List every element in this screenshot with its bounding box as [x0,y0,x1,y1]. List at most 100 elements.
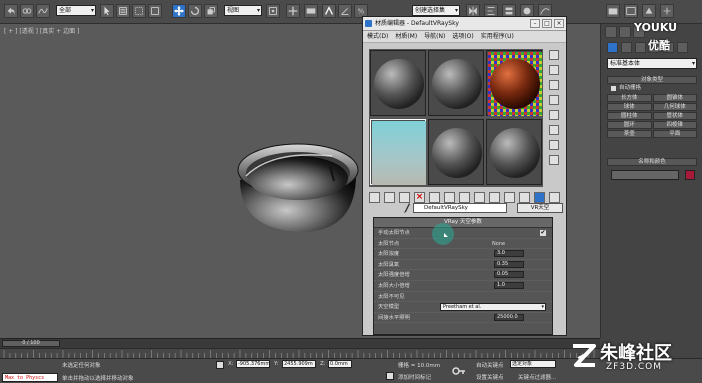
reference-coord-dropdown[interactable]: 视图 [224,5,262,16]
menu-options[interactable]: 选项(O) [452,31,473,42]
minimize-button[interactable]: – [530,19,540,28]
add-time-tag[interactable]: 添加时间标记 [398,373,431,381]
show-end-result-icon[interactable] [489,192,500,203]
x-coordinate-field[interactable]: -905.376mm [236,360,270,368]
sample-uv-tiling-icon[interactable] [549,95,559,105]
param-spinner[interactable]: 1.0 [494,281,524,289]
sample-slot[interactable] [486,119,542,185]
spacewarps-icon[interactable] [677,42,688,53]
geometry-icon[interactable] [607,42,618,53]
param-checkbox[interactable]: ✔ [540,230,546,236]
material-editor-titlebar[interactable]: 材质编辑器 - DefaultVRaySky – □ × [363,17,566,31]
material-editor-window[interactable]: 材质编辑器 - DefaultVRaySky – □ × 模式(D) 材质(M)… [362,16,567,336]
window-crossing-icon[interactable] [148,4,162,18]
time-tag-icon[interactable] [386,372,394,380]
put-to-scene-icon[interactable] [384,192,395,203]
param-spinner[interactable]: 3.0 [494,250,524,258]
shapes-icon[interactable] [621,42,632,53]
go-forward-sibling-icon[interactable] [519,192,530,203]
material-name-field[interactable]: DefaultVRaySky [413,203,507,213]
select-manipulate-icon[interactable] [286,4,300,18]
show-map-viewport-icon[interactable] [534,192,545,203]
options-icon[interactable] [549,140,559,150]
timeline-slider-track[interactable]: 0 / 100 [0,338,600,348]
key-filters-button[interactable]: 关键点过滤器... [518,373,556,381]
lock-selection-icon[interactable] [216,361,224,369]
show-shaded-icon[interactable] [474,192,485,203]
rect-selection-icon[interactable] [132,4,146,18]
link-icon[interactable] [20,4,34,18]
autogrid-checkbox[interactable] [611,86,616,91]
menu-navigation[interactable]: 导航(N) [424,31,445,42]
y-coordinate-field[interactable]: 2455.909m [282,360,316,368]
create-tab-icon[interactable] [605,26,617,38]
material-id-channel-icon[interactable] [459,192,470,203]
object-type-header[interactable]: 对象类型 [607,76,697,84]
menu-utilities[interactable]: 实用程序(U) [481,31,514,42]
param-node-button[interactable]: None [492,239,505,249]
param-dropdown[interactable]: Preetham et al. [440,303,546,312]
object-name-field[interactable] [611,170,679,180]
background-icon[interactable] [549,80,559,90]
select-by-name-icon[interactable] [116,4,130,18]
select-move-icon[interactable] [172,4,186,18]
selected-object-dropdown[interactable]: 选定对象 [510,360,556,368]
snaps-toggle-icon[interactable] [322,4,336,18]
go-to-parent-icon[interactable] [504,192,515,203]
key-icon[interactable] [452,365,466,377]
sample-slot-selected[interactable] [370,119,426,185]
angle-snap-icon[interactable] [338,4,352,18]
get-material-icon[interactable] [369,192,380,203]
menu-material[interactable]: 材质(M) [395,31,417,42]
name-color-header[interactable]: 名称和颜色 [607,158,697,166]
close-button[interactable]: × [554,19,564,28]
plane-button[interactable]: 平面 [652,130,697,138]
video-color-check-icon[interactable] [549,110,559,120]
sample-type-icon[interactable] [549,50,559,60]
track-bar[interactable] [0,348,600,358]
tube-button[interactable]: 管状体 [652,112,697,120]
material-type-button[interactable]: VR天空 [517,203,563,213]
selection-filter-dropdown[interactable]: 全部 [56,5,96,16]
sample-slot[interactable] [486,50,542,116]
modify-tab-icon[interactable] [619,26,631,38]
undo-icon[interactable] [4,4,18,18]
select-by-material-icon[interactable] [549,155,559,165]
param-spinner[interactable]: 0.05 [494,271,524,279]
put-to-library-icon[interactable] [444,192,455,203]
make-unique-icon[interactable] [429,192,440,203]
menu-mode[interactable]: 模式(D) [367,31,388,42]
active-shade-icon[interactable] [660,4,674,18]
z-coordinate-field[interactable]: 0.0mm [328,360,352,368]
render-production-icon[interactable] [642,4,656,18]
vray-sky-params-header[interactable]: VRay 天空参数 [374,218,552,228]
make-preview-icon[interactable] [549,125,559,135]
sample-slot[interactable] [428,119,484,185]
set-key-button[interactable]: 设置关键点 [476,373,504,381]
lights-icon[interactable] [635,42,646,53]
geosphere-button[interactable]: 几何球体 [652,103,697,111]
param-spinner[interactable]: 0.35 [494,260,524,268]
time-slider[interactable]: 0 / 100 [2,340,60,347]
box-button[interactable]: 长方体 [607,94,652,102]
sample-slot[interactable] [428,50,484,116]
pick-material-icon[interactable] [403,203,411,213]
maximize-button[interactable]: □ [542,19,552,28]
material-navigator-icon[interactable] [549,192,560,203]
sphere-button[interactable]: 球体 [607,103,652,111]
maxscript-listener[interactable]: Max to Physcs [2,373,58,382]
assign-to-selection-icon[interactable] [399,192,410,203]
named-selection-dropdown[interactable]: 创建选择集 [412,5,460,16]
sample-slot[interactable] [370,50,426,116]
auto-key-button[interactable]: 自动关键点 [476,361,504,369]
cone-button[interactable]: 圆锥体 [652,94,697,102]
cylinder-button[interactable]: 圆柱体 [607,112,652,120]
select-object-icon[interactable] [100,4,114,18]
primitive-category-dropdown[interactable]: 标准基本体 [607,58,697,69]
reset-map-icon[interactable]: × [414,192,425,203]
pyramid-button[interactable]: 四棱锥 [652,121,697,129]
backlight-icon[interactable] [549,65,559,75]
select-rotate-icon[interactable] [188,4,202,18]
ceiling-lamp-model[interactable] [232,136,362,236]
pivot-center-icon[interactable] [266,4,280,18]
